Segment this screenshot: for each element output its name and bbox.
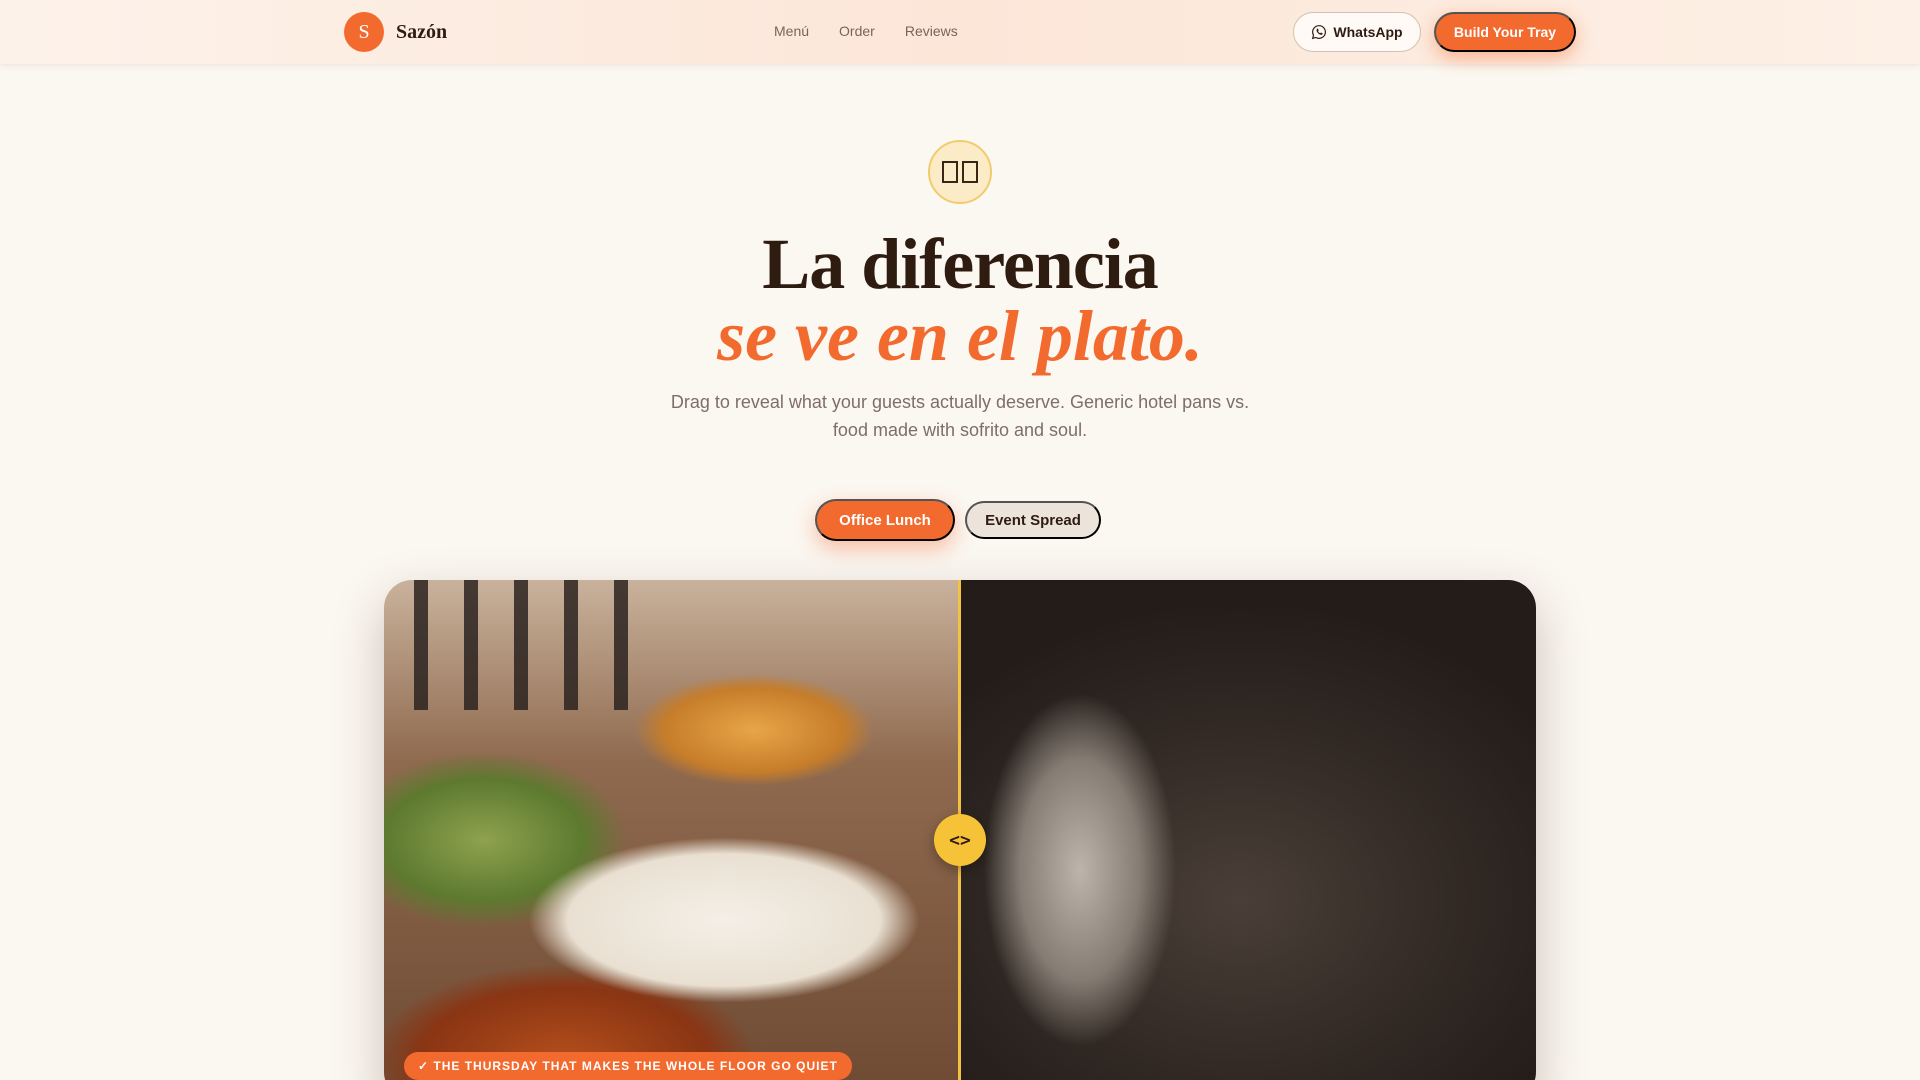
drag-handle-icon[interactable]: <> xyxy=(934,814,986,866)
top-nav: S Sazón Menú Order Reviews WhatsApp Buil… xyxy=(0,0,1920,64)
generic-hotel-pan-image xyxy=(960,580,1536,1080)
nav-link-reviews[interactable]: Reviews xyxy=(905,23,958,39)
hero-subtitle: Drag to reveal what your guests actually… xyxy=(670,392,1250,440)
build-tray-button[interactable]: Build Your Tray xyxy=(1434,12,1576,52)
latin-food-image xyxy=(384,580,960,1080)
whatsapp-button[interactable]: WhatsApp xyxy=(1293,12,1421,52)
nav-links: Menú Order Reviews xyxy=(774,23,958,39)
logo-link[interactable]: S Sazón xyxy=(344,12,447,52)
nav-link-menu[interactable]: Menú xyxy=(774,23,809,39)
comparison-caption: ✓ THE THURSDAY THAT MAKES THE WHOLE FLOO… xyxy=(404,1052,852,1080)
whatsapp-icon xyxy=(1312,25,1327,40)
tab-office-lunch[interactable]: Office Lunch xyxy=(815,499,955,541)
before-after-slider[interactable]: <> ✓ THE THURSDAY THAT MAKES THE WHOLE F… xyxy=(384,580,1536,1080)
compare-box-right xyxy=(962,161,978,183)
window-rail xyxy=(464,580,478,710)
nav-link-order[interactable]: Order xyxy=(839,23,875,39)
brand-name: Sazón xyxy=(396,20,448,43)
logo-badge: S xyxy=(344,12,384,52)
whatsapp-label: WhatsApp xyxy=(1333,24,1403,40)
split-compare-icon xyxy=(928,140,992,204)
hero-title-accent: se ve en el plato. xyxy=(717,296,1203,376)
window-rail xyxy=(514,580,528,710)
window-rail xyxy=(414,580,428,710)
window-rail xyxy=(614,580,628,710)
compare-box-left xyxy=(942,161,958,183)
tab-event-spread[interactable]: Event Spread xyxy=(965,501,1101,539)
window-rail xyxy=(564,580,578,710)
